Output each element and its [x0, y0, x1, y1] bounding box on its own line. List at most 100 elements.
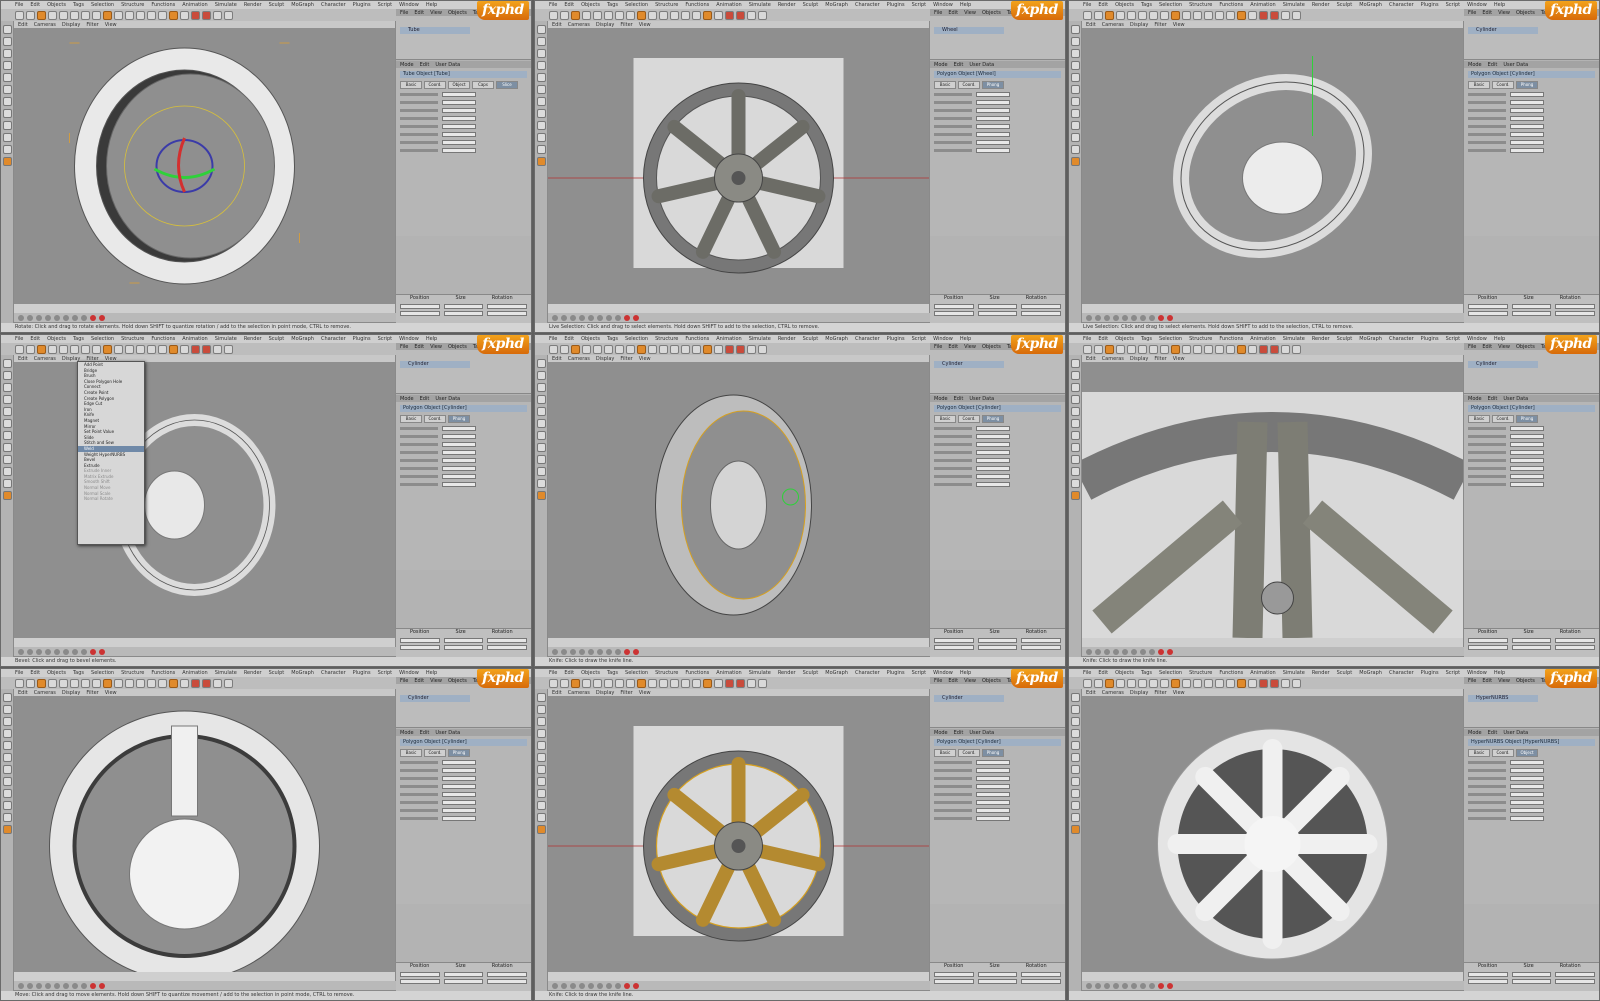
- menu-item[interactable]: Simulate: [1283, 2, 1305, 8]
- playback-button[interactable]: [1131, 648, 1137, 655]
- attribute-field[interactable]: [976, 433, 1010, 439]
- menu-item[interactable]: Character: [321, 2, 346, 8]
- coordinate-field[interactable]: [487, 311, 528, 316]
- toolbar-icon[interactable]: [48, 344, 57, 354]
- timeline-ruler[interactable]: [14, 972, 395, 981]
- toolbar-icon[interactable]: [180, 10, 189, 20]
- menu-item[interactable]: Simulate: [215, 2, 237, 8]
- toolbar-icon[interactable]: [1248, 344, 1257, 354]
- object-row[interactable]: HyperNURBS: [1468, 695, 1538, 702]
- attribute-field[interactable]: [976, 473, 1010, 479]
- menu-item[interactable]: Script: [378, 2, 393, 8]
- menu-item[interactable]: Script: [1446, 2, 1461, 8]
- menu-item[interactable]: Plugins: [887, 2, 905, 8]
- menu-item[interactable]: Objects: [581, 336, 600, 342]
- attribute-tab[interactable]: Basic: [1468, 81, 1490, 89]
- toolbar-icon[interactable]: [615, 344, 624, 354]
- attr-menu-item[interactable]: Edit: [420, 396, 430, 402]
- mode-tool-icon[interactable]: [2, 97, 12, 106]
- menu-item[interactable]: Edit: [564, 2, 574, 8]
- coordinate-field[interactable]: [443, 304, 484, 309]
- playback-button[interactable]: [36, 982, 42, 989]
- playback-button[interactable]: [579, 314, 585, 321]
- obj-menu-item[interactable]: File: [934, 344, 942, 350]
- toolbar-icon[interactable]: [136, 10, 145, 20]
- coordinate-field[interactable]: [487, 304, 528, 309]
- timeline-ruler[interactable]: [548, 638, 929, 647]
- toolbar-icon[interactable]: [81, 10, 90, 20]
- mode-tool-icon[interactable]: [1070, 443, 1080, 452]
- obj-menu-item[interactable]: Edit: [948, 10, 958, 16]
- obj-menu-item[interactable]: Edit: [1482, 678, 1492, 684]
- menu-item[interactable]: Character: [855, 670, 880, 676]
- menu-item[interactable]: Help: [1494, 670, 1505, 676]
- menu-item[interactable]: MoGraph: [1359, 2, 1382, 8]
- obj-menu-item[interactable]: Objects: [1516, 344, 1535, 350]
- coordinate-field[interactable]: [1555, 972, 1596, 977]
- menu-item[interactable]: Structure: [655, 670, 678, 676]
- object-row[interactable]: Wheel: [934, 27, 1004, 34]
- attribute-field[interactable]: [1510, 147, 1544, 153]
- timeline-ruler[interactable]: [1082, 638, 1463, 647]
- viewport-menu-item[interactable]: Edit: [18, 22, 28, 28]
- menu-item[interactable]: Tags: [607, 2, 618, 8]
- attribute-field[interactable]: [1510, 775, 1544, 781]
- playback-button[interactable]: [72, 314, 78, 321]
- menu-item[interactable]: Script: [912, 336, 927, 342]
- toolbar-icon[interactable]: [1083, 10, 1092, 20]
- playback-button[interactable]: [570, 982, 576, 989]
- toolbar-icon[interactable]: [70, 678, 79, 688]
- menu-item[interactable]: Script: [1446, 670, 1461, 676]
- obj-menu-item[interactable]: File: [400, 344, 408, 350]
- menu-item[interactable]: File: [15, 336, 23, 342]
- attribute-tab[interactable]: Object: [448, 81, 470, 89]
- playback-button[interactable]: [1113, 314, 1119, 321]
- toolbar-icon[interactable]: [169, 344, 178, 354]
- toolbar-icon[interactable]: [1281, 678, 1290, 688]
- coordinate-field[interactable]: [1021, 972, 1062, 977]
- menu-item[interactable]: Plugins: [887, 336, 905, 342]
- playback-button[interactable]: [1086, 314, 1092, 321]
- coordinate-field[interactable]: [443, 979, 484, 984]
- menu-item[interactable]: Help: [1494, 2, 1505, 8]
- obj-menu-item[interactable]: View: [964, 678, 976, 684]
- coordinate-field[interactable]: [1511, 638, 1552, 643]
- obj-menu-item[interactable]: Edit: [1482, 344, 1492, 350]
- mode-tool-icon[interactable]: [2, 395, 12, 404]
- mode-tool-icon[interactable]: [2, 25, 12, 34]
- mode-tool-icon[interactable]: [2, 407, 12, 416]
- mode-tool-icon[interactable]: [536, 383, 546, 392]
- playback-button[interactable]: [72, 982, 78, 989]
- menu-item[interactable]: Edit: [564, 670, 574, 676]
- menu-item[interactable]: Structure: [1189, 336, 1212, 342]
- toolbar-icon[interactable]: [213, 10, 222, 20]
- coordinate-field[interactable]: [977, 311, 1018, 316]
- toolbar-icon[interactable]: [202, 344, 211, 354]
- menu-item[interactable]: Help: [1494, 336, 1505, 342]
- toolbar-icon[interactable]: [103, 678, 112, 688]
- coordinate-field[interactable]: [1468, 304, 1508, 309]
- menu-item[interactable]: Structure: [655, 2, 678, 8]
- menu-item[interactable]: File: [15, 670, 23, 676]
- attribute-field[interactable]: [976, 107, 1010, 113]
- playback-button[interactable]: [81, 314, 87, 321]
- menu-item[interactable]: Objects: [47, 2, 66, 8]
- menu-item[interactable]: MoGraph: [825, 2, 848, 8]
- menu-item[interactable]: Selection: [625, 2, 648, 8]
- toolbar-icon[interactable]: [1127, 678, 1136, 688]
- attribute-tab[interactable]: Coord.: [424, 415, 446, 423]
- attribute-field[interactable]: [976, 91, 1010, 97]
- mode-tool-icon[interactable]: [2, 431, 12, 440]
- toolbar-icon[interactable]: [747, 344, 756, 354]
- attr-menu-item[interactable]: Edit: [420, 730, 430, 736]
- attr-menu-item[interactable]: Edit: [420, 62, 430, 68]
- timeline-ruler[interactable]: [1082, 304, 1463, 313]
- attribute-field[interactable]: [442, 441, 476, 447]
- attribute-field[interactable]: [1510, 123, 1544, 129]
- menu-item[interactable]: Edit: [1098, 2, 1108, 8]
- toolbar-icon[interactable]: [103, 10, 112, 20]
- attr-menu-item[interactable]: Mode: [1468, 730, 1482, 736]
- mode-tool-icon[interactable]: [2, 801, 12, 810]
- menu-item[interactable]: Tags: [73, 336, 84, 342]
- playback-button[interactable]: [27, 648, 33, 655]
